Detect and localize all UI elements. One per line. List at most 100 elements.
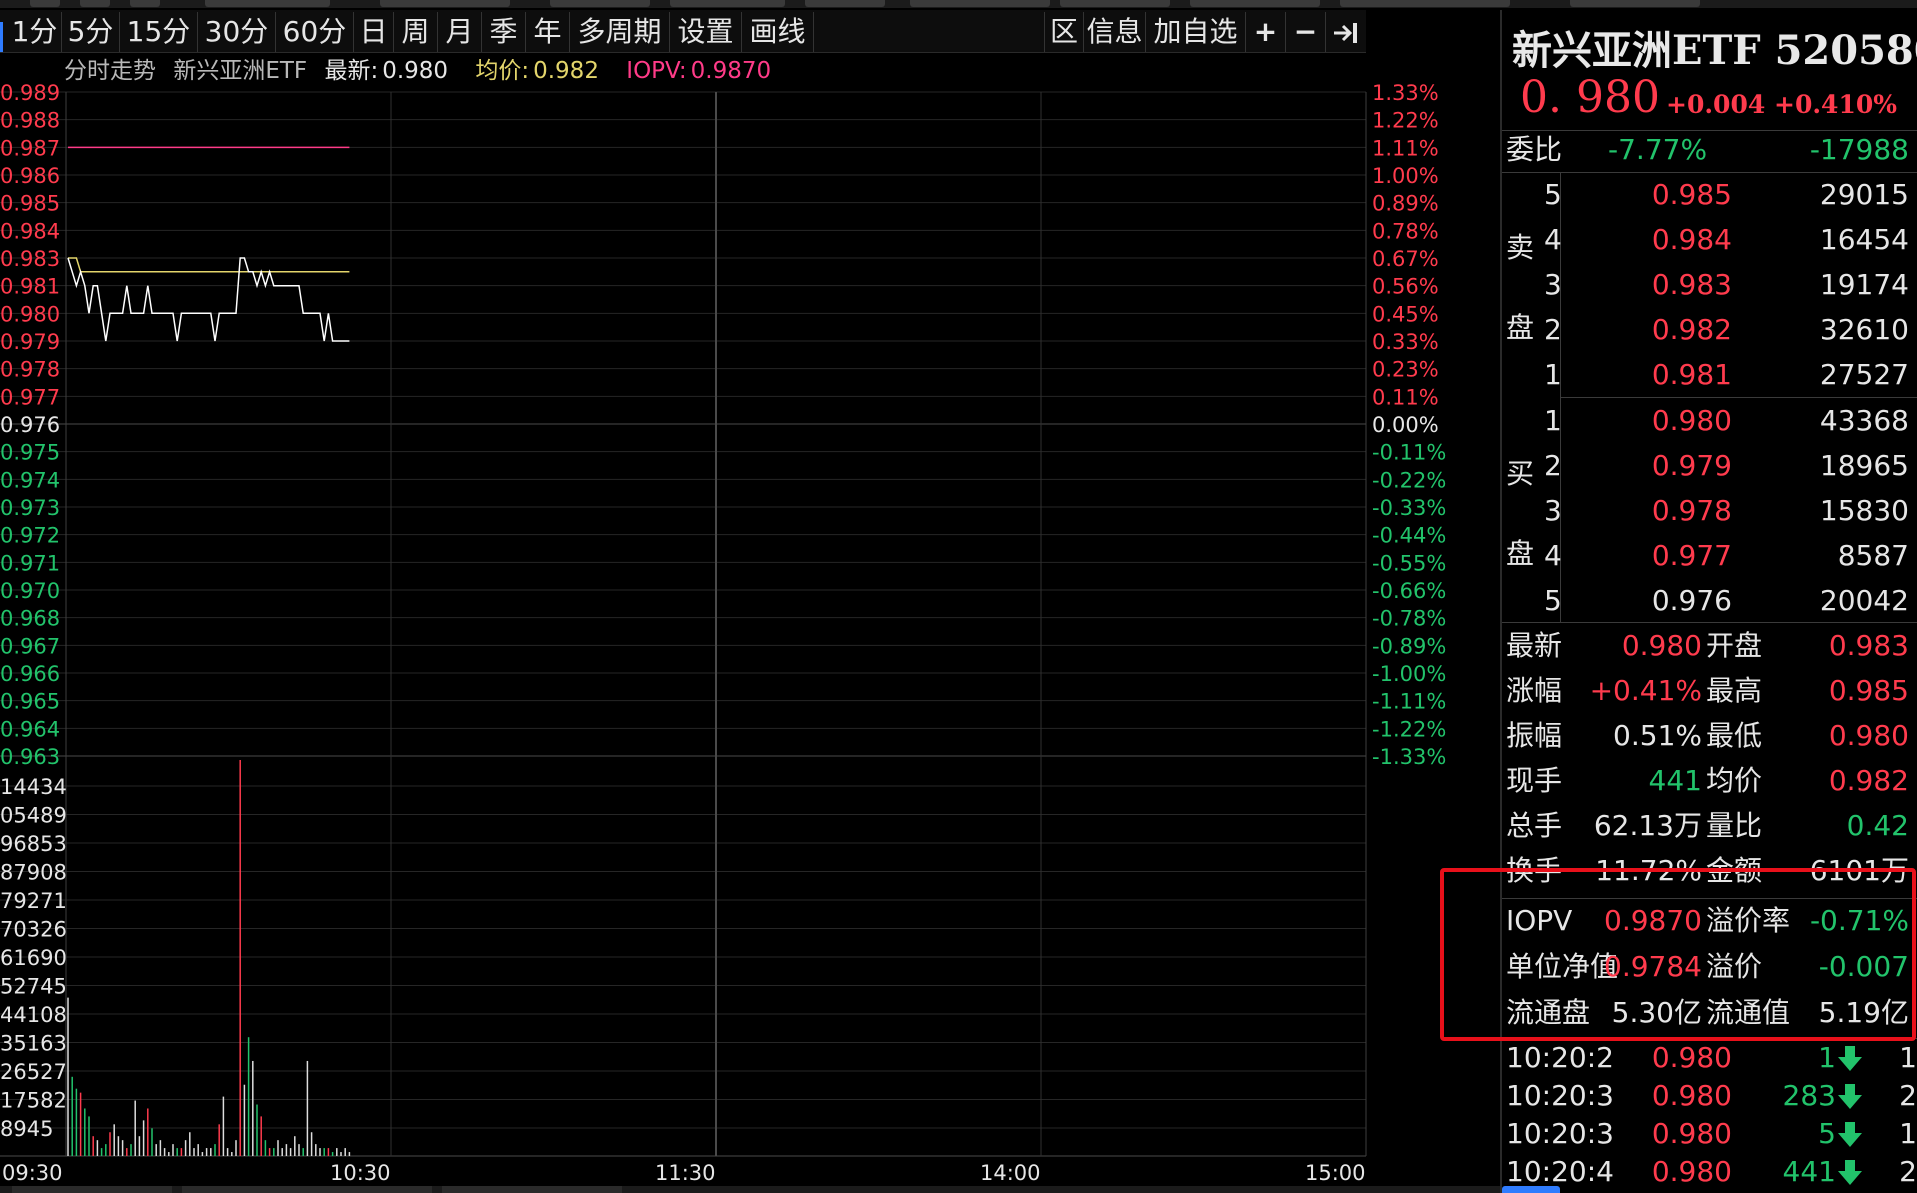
price-tick-label: 0.971: [0, 551, 60, 575]
pct-tick-label: 0.33%: [1372, 330, 1439, 354]
price-tick-label: 0.984: [0, 219, 60, 243]
sell-side-label: 卖: [1506, 231, 1535, 264]
pct-tick-label: 0.00%: [1372, 413, 1439, 437]
time-tick-label: 11:30: [655, 1161, 716, 1185]
price-tick-label: 0.963: [0, 745, 60, 769]
pct-tick-label: 0.45%: [1372, 302, 1439, 326]
weibi-pct: -7.77%: [1608, 133, 1708, 166]
pct-tick-label: 0.11%: [1372, 385, 1439, 409]
price-tick-label: 0.964: [0, 717, 60, 741]
time-tick-label: 15:00: [1305, 1161, 1366, 1185]
tick-volume: 441: [1782, 1155, 1836, 1188]
price-line: [67, 257, 350, 342]
stat-value: 0.985: [1828, 674, 1909, 707]
order-volume: 16454: [1819, 223, 1909, 256]
pct-tick-label: 0.89%: [1372, 192, 1439, 216]
top-strip-tab[interactable]: [1570, 0, 1700, 7]
order-price: 0.980: [1651, 404, 1732, 437]
order-level: 4: [1544, 223, 1562, 256]
tick-count: 1: [1899, 1117, 1917, 1150]
pct-tick-label: 0.67%: [1372, 247, 1439, 271]
stat-value: 441: [1648, 764, 1702, 797]
sell-side-label: 盘: [1506, 311, 1535, 344]
pct-tick-label: -0.11%: [1372, 441, 1446, 465]
pct-tick-label: 1.33%: [1372, 81, 1439, 105]
order-level: 5: [1544, 584, 1562, 617]
current-price: 0. 980: [1520, 72, 1660, 123]
price-tick-label: 0.965: [0, 690, 60, 714]
arrow-down-icon: [1838, 1122, 1862, 1152]
etf-value: -0.007: [1818, 950, 1909, 983]
stat-label: 现手: [1506, 764, 1563, 797]
pct-tick-label: -0.33%: [1372, 496, 1446, 520]
order-price: 0.976: [1651, 584, 1732, 617]
stat-value: 11.72%: [1595, 854, 1702, 887]
volume-tick-label: 70326: [0, 918, 67, 942]
pct-tick-label: -0.44%: [1372, 524, 1446, 548]
time-tick-label: 14:00: [980, 1161, 1041, 1185]
price-tick-label: 0.977: [0, 385, 60, 409]
tick-time: 10:20:29: [1506, 1041, 1614, 1074]
tick-price: 0.980: [1651, 1079, 1732, 1112]
stat-value: 6101万: [1809, 854, 1909, 887]
price-tick-label: 0.968: [0, 607, 60, 631]
tick-volume: 5: [1818, 1117, 1836, 1150]
volume-tick-label: 52745: [0, 975, 67, 999]
buy-side-label: 盘: [1506, 537, 1535, 570]
tick-time: 10:20:33: [1506, 1079, 1614, 1112]
price-tick-label: 0.987: [0, 136, 60, 160]
volume-tick-label: 96853: [0, 832, 67, 856]
etf-value: 5.19亿: [1818, 996, 1909, 1029]
pct-tick-label: 1.11%: [1372, 136, 1439, 160]
volume-tick-label: 79271: [0, 889, 67, 913]
price-tick-label: 0.988: [0, 109, 60, 133]
stat-label: 量比: [1706, 809, 1763, 842]
tick-volume: 283: [1782, 1079, 1836, 1112]
stat-value: +0.41%: [1589, 674, 1702, 707]
weibi-label: 委比: [1506, 133, 1563, 166]
order-price: 0.977: [1651, 539, 1732, 572]
order-level: 3: [1544, 268, 1562, 301]
time-tick-label: 09:30: [2, 1161, 63, 1185]
arrow-down-icon: [1838, 1046, 1862, 1076]
order-price: 0.979: [1651, 449, 1732, 482]
pct-tick-label: -0.66%: [1372, 579, 1446, 603]
etf-label: 流通值: [1706, 996, 1791, 1029]
quote-panel: 新兴亚洲ETF 520580 0. 980 +0.004 +0.410% 委比 …: [1500, 10, 1917, 1193]
tick-count: 2: [1899, 1079, 1917, 1112]
stat-label: 开盘: [1706, 629, 1763, 662]
volume-tick-label: 8945: [0, 1117, 53, 1141]
order-volume: 15830: [1819, 494, 1909, 527]
volume-tick-label: 05489: [0, 804, 67, 828]
price-tick-label: 0.983: [0, 247, 60, 271]
intraday-chart[interactable]: 0.989 0.988 0.987 0.986 0.985 0.984 0.983 0.981…: [0, 0, 1500, 1193]
order-volume: 8587: [1837, 539, 1909, 572]
arrow-down-icon: [1838, 1084, 1862, 1114]
stat-label: 涨幅: [1506, 674, 1563, 707]
stat-label: 振幅: [1506, 719, 1563, 752]
etf-label: 溢价率: [1706, 904, 1791, 937]
price-tick-label: 0.989: [0, 81, 60, 105]
tick-time: 10:20:47: [1506, 1155, 1614, 1188]
tick-price: 0.980: [1651, 1041, 1732, 1074]
order-level: 5: [1544, 178, 1562, 211]
price-tick-label: 0.986: [0, 164, 60, 188]
order-level: 1: [1544, 404, 1562, 437]
order-volume: 20042: [1819, 584, 1909, 617]
stat-label: 金额: [1706, 854, 1763, 887]
pct-tick-label: -1.11%: [1372, 690, 1446, 714]
security-title: 新兴亚洲ETF 520580: [1512, 27, 1917, 74]
order-level: 1: [1544, 358, 1562, 391]
price-tick-label: 0.981: [0, 275, 60, 299]
order-price: 0.985: [1651, 178, 1732, 211]
volume-tick-label: 17582: [0, 1089, 67, 1113]
price-tick-label: 0.976: [0, 413, 60, 437]
average-price-line: [68, 257, 350, 273]
order-volume: 18965: [1819, 449, 1909, 482]
etf-label: 溢价: [1706, 950, 1763, 983]
bottom-strip: [0, 1186, 1500, 1193]
stat-label: 均价: [1706, 764, 1763, 797]
tick-price: 0.980: [1651, 1117, 1732, 1150]
order-volume: 27527: [1819, 358, 1909, 391]
price-tick-label: 0.972: [0, 524, 60, 548]
